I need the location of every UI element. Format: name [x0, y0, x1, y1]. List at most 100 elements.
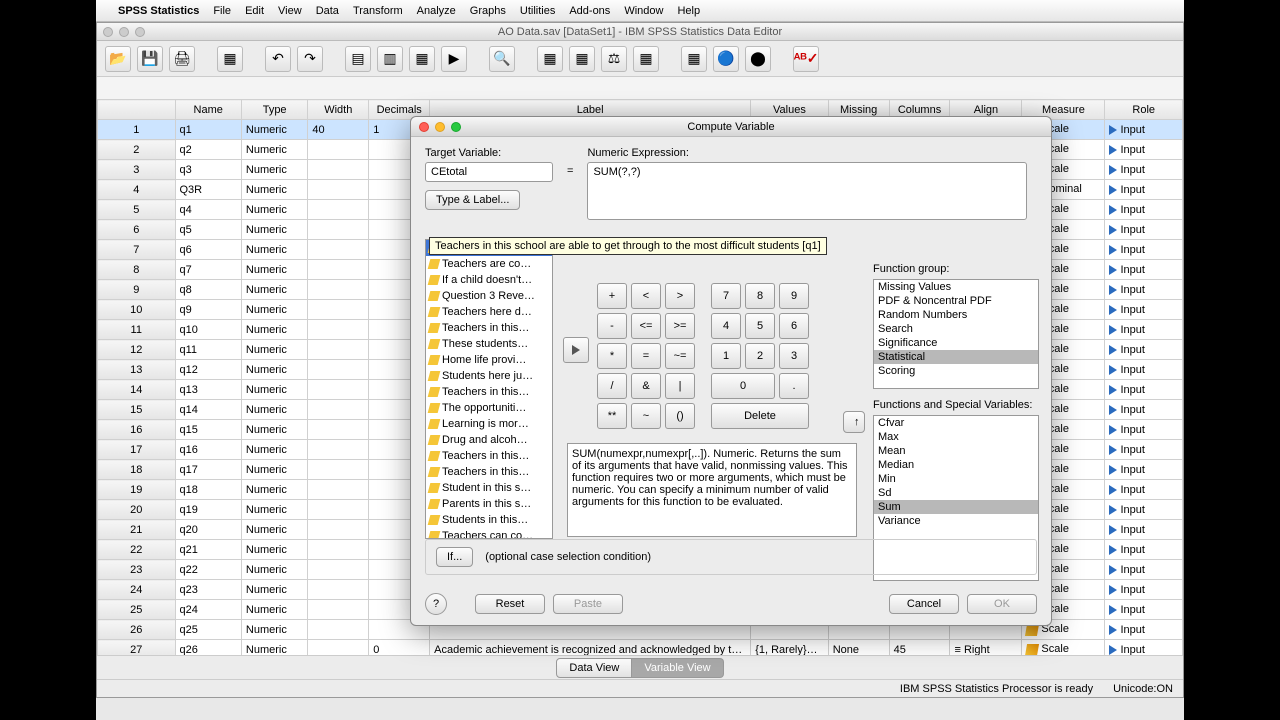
if-button[interactable]: If... [436, 547, 473, 567]
function-group-list[interactable]: Missing ValuesPDF & Noncentral PDFRandom… [873, 279, 1039, 389]
col-width[interactable]: Width [308, 100, 369, 120]
list-item[interactable]: Teachers can co… [426, 528, 552, 539]
use-sets-icon[interactable]: ⬤ [745, 46, 771, 72]
key-ne[interactable]: ~= [665, 343, 695, 369]
key-eq[interactable]: = [631, 343, 661, 369]
tab-data-view[interactable]: Data View [556, 658, 632, 678]
key-delete[interactable]: Delete [711, 403, 809, 429]
key-4[interactable]: 4 [711, 313, 741, 339]
key-pipe[interactable]: | [665, 373, 695, 399]
reset-button[interactable]: Reset [475, 594, 545, 614]
list-item[interactable]: Teachers here d… [426, 304, 552, 320]
dialog-close-icon[interactable] [419, 122, 429, 132]
menu-window[interactable]: Window [624, 5, 663, 17]
menu-help[interactable]: Help [677, 5, 700, 17]
menu-addons[interactable]: Add-ons [569, 5, 610, 17]
col-name[interactable]: Name [175, 100, 241, 120]
list-item[interactable]: Question 3 Reve… [426, 288, 552, 304]
list-item[interactable]: Teachers in this… [426, 320, 552, 336]
key-pow[interactable]: ** [597, 403, 627, 429]
list-item[interactable]: Median [874, 458, 1038, 472]
list-item[interactable]: Scoring [874, 364, 1038, 378]
key-9[interactable]: 9 [779, 283, 809, 309]
move-right-button[interactable] [563, 337, 589, 363]
key-8[interactable]: 8 [745, 283, 775, 309]
redo-icon[interactable]: ↷ [297, 46, 323, 72]
menu-edit[interactable]: Edit [245, 5, 264, 17]
variable-list[interactable]: Teachers in this… Teachers are co…If a ch… [425, 239, 553, 539]
list-item[interactable]: The opportuniti… [426, 400, 552, 416]
list-item[interactable]: Min [874, 472, 1038, 486]
numeric-expression-input[interactable]: SUM(?,?) [587, 162, 1027, 220]
list-item[interactable]: Teachers in this… [426, 384, 552, 400]
undo-icon[interactable]: ↶ [265, 46, 291, 72]
list-item[interactable]: Missing Values [874, 280, 1038, 294]
list-item[interactable]: Search [874, 322, 1038, 336]
key-div[interactable]: / [597, 373, 627, 399]
list-item[interactable]: These students… [426, 336, 552, 352]
key-tilde[interactable]: ~ [631, 403, 661, 429]
menu-utilities[interactable]: Utilities [520, 5, 555, 17]
help-button[interactable]: ? [425, 593, 447, 615]
key-5[interactable]: 5 [745, 313, 775, 339]
list-item[interactable]: Learning is mor… [426, 416, 552, 432]
list-item[interactable]: Mean [874, 444, 1038, 458]
spellcheck-icon[interactable]: ᴬᴮ✓ [793, 46, 819, 72]
print-icon[interactable]: 🖨 [169, 46, 195, 72]
list-item[interactable]: Home life provi… [426, 352, 552, 368]
key-ge[interactable]: >= [665, 313, 695, 339]
list-item[interactable]: Students in this… [426, 512, 552, 528]
ok-button[interactable]: OK [967, 594, 1037, 614]
weight-icon[interactable]: ▦ [633, 46, 659, 72]
col-type[interactable]: Type [241, 100, 307, 120]
insert-function-button[interactable]: ↑ [843, 411, 865, 433]
list-item[interactable]: Teachers are co… [426, 256, 552, 272]
list-item[interactable]: Students here ju… [426, 368, 552, 384]
key-mul[interactable]: * [597, 343, 627, 369]
list-item[interactable]: Sd [874, 486, 1038, 500]
key-amp[interactable]: & [631, 373, 661, 399]
menu-data[interactable]: Data [316, 5, 339, 17]
find-icon[interactable]: 🔍 [489, 46, 515, 72]
menubar[interactable]: SPSS Statistics File Edit View Data Tran… [96, 0, 1184, 22]
key-1[interactable]: 1 [711, 343, 741, 369]
key-lt[interactable]: < [631, 283, 661, 309]
key-plus[interactable]: + [597, 283, 627, 309]
list-item[interactable]: Random Numbers [874, 308, 1038, 322]
key-gt[interactable]: > [665, 283, 695, 309]
goto-case-icon[interactable]: ▤ [345, 46, 371, 72]
list-item[interactable]: Significance [874, 336, 1038, 350]
list-item[interactable]: Cfvar [874, 416, 1038, 430]
key-paren[interactable]: () [665, 403, 695, 429]
paste-button[interactable]: Paste [553, 594, 623, 614]
key-0[interactable]: 0 [711, 373, 775, 399]
list-item[interactable]: Teachers in this… [426, 464, 552, 480]
table-row[interactable]: 27q26Numeric0Academic achievement is rec… [98, 640, 1183, 656]
select-icon[interactable]: ▦ [681, 46, 707, 72]
recall-icon[interactable]: ▦ [217, 46, 243, 72]
open-icon[interactable]: 📂 [105, 46, 131, 72]
key-7[interactable]: 7 [711, 283, 741, 309]
value-labels-icon[interactable]: 🔵 [713, 46, 739, 72]
key-dot[interactable]: . [779, 373, 809, 399]
tab-variable-view[interactable]: Variable View [632, 658, 723, 678]
menu-analyze[interactable]: Analyze [417, 5, 456, 17]
split-icon[interactable]: ⚖ [601, 46, 627, 72]
cancel-button[interactable]: Cancel [889, 594, 959, 614]
type-label-button[interactable]: Type & Label... [425, 190, 520, 210]
key-minus[interactable]: - [597, 313, 627, 339]
list-item[interactable]: If a child doesn't… [426, 272, 552, 288]
list-item[interactable]: Student in this s… [426, 480, 552, 496]
key-3[interactable]: 3 [779, 343, 809, 369]
dialog-minimize-icon[interactable] [435, 122, 445, 132]
goto-var-icon[interactable]: ▥ [377, 46, 403, 72]
save-icon[interactable]: 💾 [137, 46, 163, 72]
menu-transform[interactable]: Transform [353, 5, 403, 17]
list-item[interactable]: Max [874, 430, 1038, 444]
variables-icon[interactable]: ▦ [409, 46, 435, 72]
list-item[interactable]: Statistical [874, 350, 1038, 364]
app-name[interactable]: SPSS Statistics [118, 5, 199, 17]
key-le[interactable]: <= [631, 313, 661, 339]
menu-graphs[interactable]: Graphs [470, 5, 506, 17]
key-6[interactable]: 6 [779, 313, 809, 339]
